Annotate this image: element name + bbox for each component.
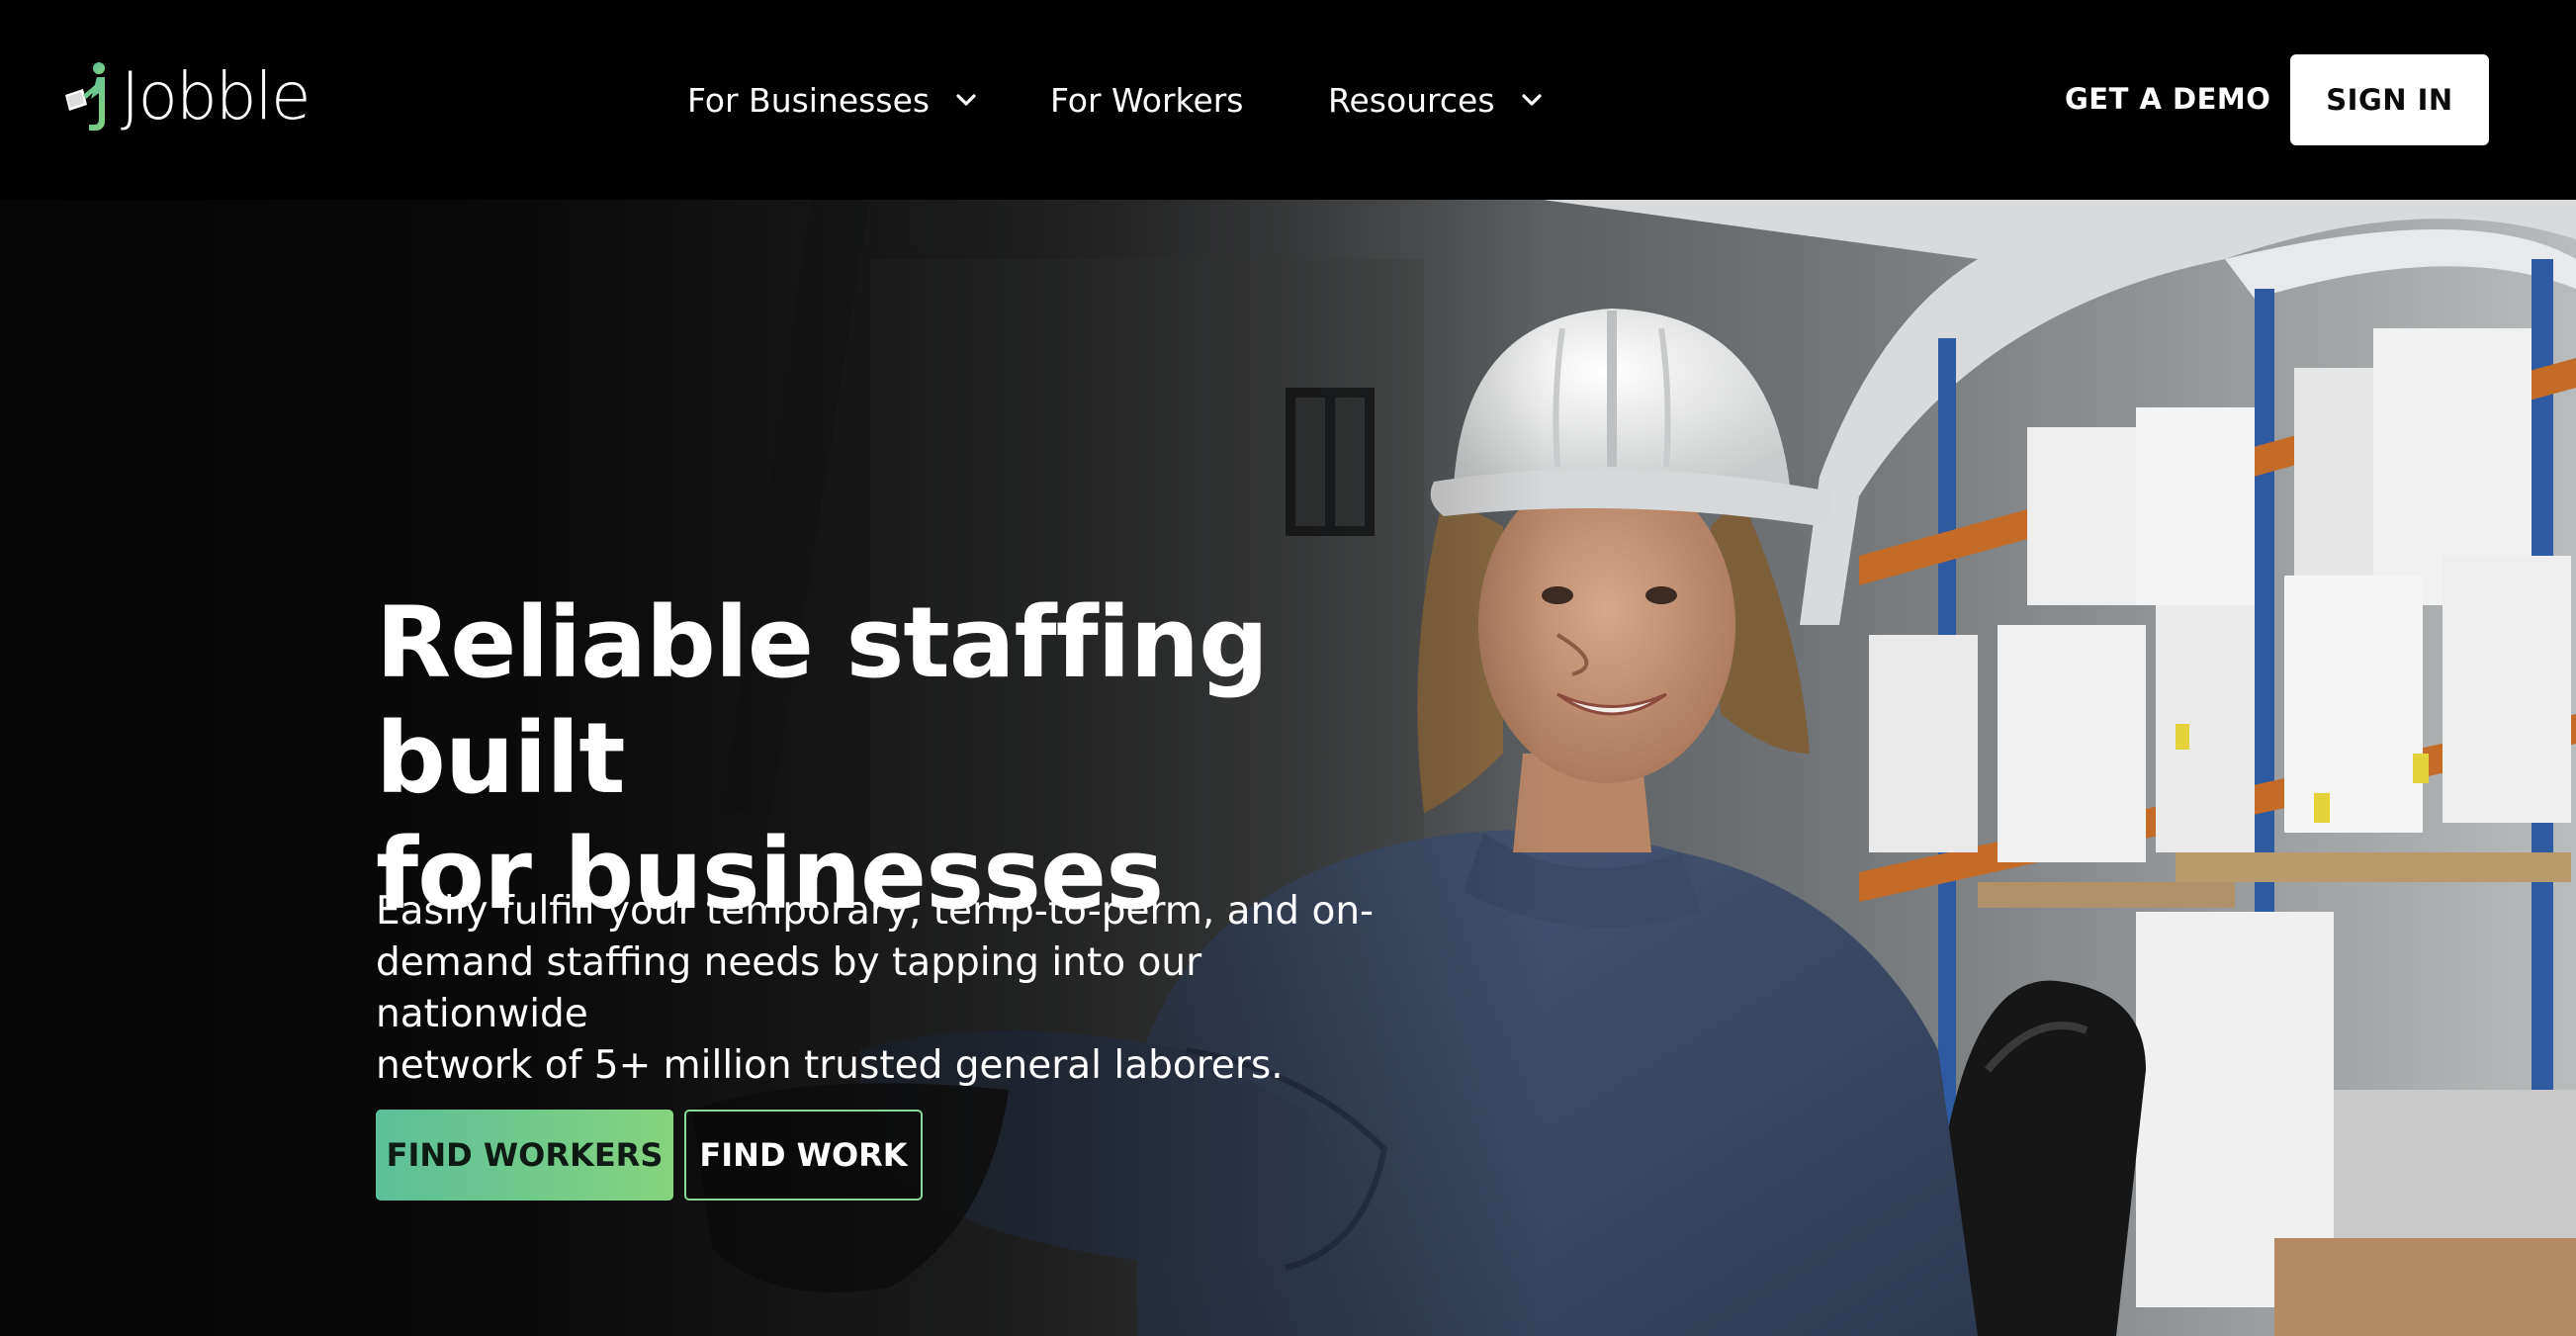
chevron-down-icon (956, 94, 976, 106)
nav-resources[interactable]: Resources (1328, 69, 1543, 131)
nav-resources-label: Resources (1328, 80, 1495, 120)
hero-subtitle-line-2: demand staffing needs by tapping into ou… (376, 940, 1202, 1036)
find-workers-button[interactable]: FIND WORKERS (376, 1110, 673, 1201)
site-header: Jobble For Businesses For Workers Resour… (0, 0, 2576, 200)
sign-in-button[interactable]: SIGN IN (2290, 54, 2489, 145)
nav-for-businesses[interactable]: For Businesses (687, 69, 977, 131)
hero-subtitle-line-1: Easily fulfill your temporary, temp-to-p… (376, 889, 1375, 934)
hero-section: Reliable staffing built for businesses E… (0, 200, 2576, 1336)
chevron-down-icon (1521, 94, 1542, 106)
hero-subtitle-line-3: network of 5+ million trusted general la… (376, 1043, 1284, 1088)
nav-for-workers[interactable]: For Workers (1050, 69, 1244, 131)
nav-for-workers-label: For Workers (1050, 80, 1244, 120)
hero-subtitle: Easily fulfill your temporary, temp-to-p… (376, 886, 1375, 1092)
find-work-button[interactable]: FIND WORK (684, 1110, 923, 1201)
hero-title-line-1: Reliable staffing built (376, 586, 1269, 816)
nav-for-businesses-label: For Businesses (687, 80, 931, 120)
hero-title: Reliable staffing built for businesses (376, 585, 1464, 933)
logo-wordmark: Jobble (121, 58, 311, 134)
jobble-figure-logo-icon (65, 62, 105, 131)
get-a-demo-link[interactable]: GET A DEMO (2065, 75, 2270, 123)
jobble-logo[interactable]: Jobble (61, 57, 328, 136)
